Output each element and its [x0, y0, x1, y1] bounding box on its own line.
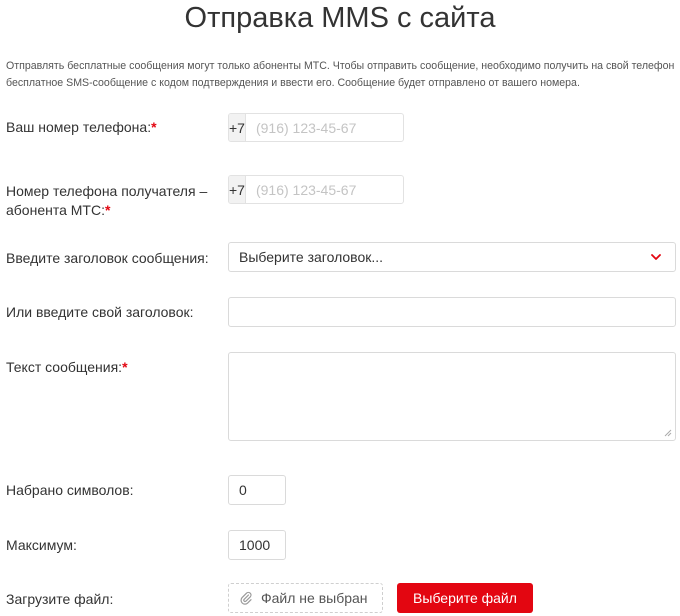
- intro-line-2: бесплатное SMS-сообщение с кодом подтвер…: [6, 77, 580, 89]
- custom-subject-input[interactable]: [228, 297, 676, 327]
- phone-prefix: +7: [229, 176, 246, 203]
- message-textarea[interactable]: [228, 352, 676, 441]
- max-count-label: Максимум:: [6, 537, 77, 553]
- chevron-down-icon: [651, 254, 661, 260]
- required-mark: *: [151, 119, 157, 135]
- max-count-field: 1000: [228, 530, 286, 560]
- required-mark: *: [122, 359, 128, 375]
- file-drop-area[interactable]: Файл не выбран: [228, 583, 383, 613]
- intro-line-1: Отправлять бесплатные сообщения могут то…: [6, 60, 675, 72]
- file-status: Файл не выбран: [261, 590, 368, 606]
- choose-file-button[interactable]: Выберите файл: [397, 583, 533, 613]
- resize-grip-icon[interactable]: [664, 429, 672, 437]
- sender-phone-field: +7: [228, 113, 404, 142]
- recipient-phone-field: +7: [228, 175, 404, 204]
- paperclip-icon: [240, 591, 252, 605]
- recipient-phone-input[interactable]: [245, 176, 403, 203]
- subject-select-value: Выберите заголовок...: [239, 249, 384, 265]
- typed-count-field: 0: [228, 475, 286, 505]
- phone-prefix: +7: [229, 114, 246, 141]
- recipient-phone-label: Номер телефона получателя – абонента МТС…: [6, 183, 208, 218]
- file-upload-label: Загрузите файл:: [6, 591, 114, 607]
- sender-phone-label: Ваш номер телефона:*: [6, 119, 157, 135]
- subject-select[interactable]: Выберите заголовок...: [228, 242, 676, 272]
- message-label: Текст сообщения:*: [6, 359, 128, 375]
- subject-select-label: Введите заголовок сообщения:: [6, 250, 209, 266]
- intro-text: Отправлять бесплатные сообщения могут то…: [6, 58, 676, 92]
- custom-subject-label: Или введите свой заголовок:: [6, 304, 194, 320]
- required-mark: *: [104, 202, 111, 218]
- page-title: Отправка MMS с сайта: [184, 2, 496, 34]
- sender-phone-input[interactable]: [245, 114, 403, 141]
- typed-count-label: Набрано символов:: [6, 482, 134, 498]
